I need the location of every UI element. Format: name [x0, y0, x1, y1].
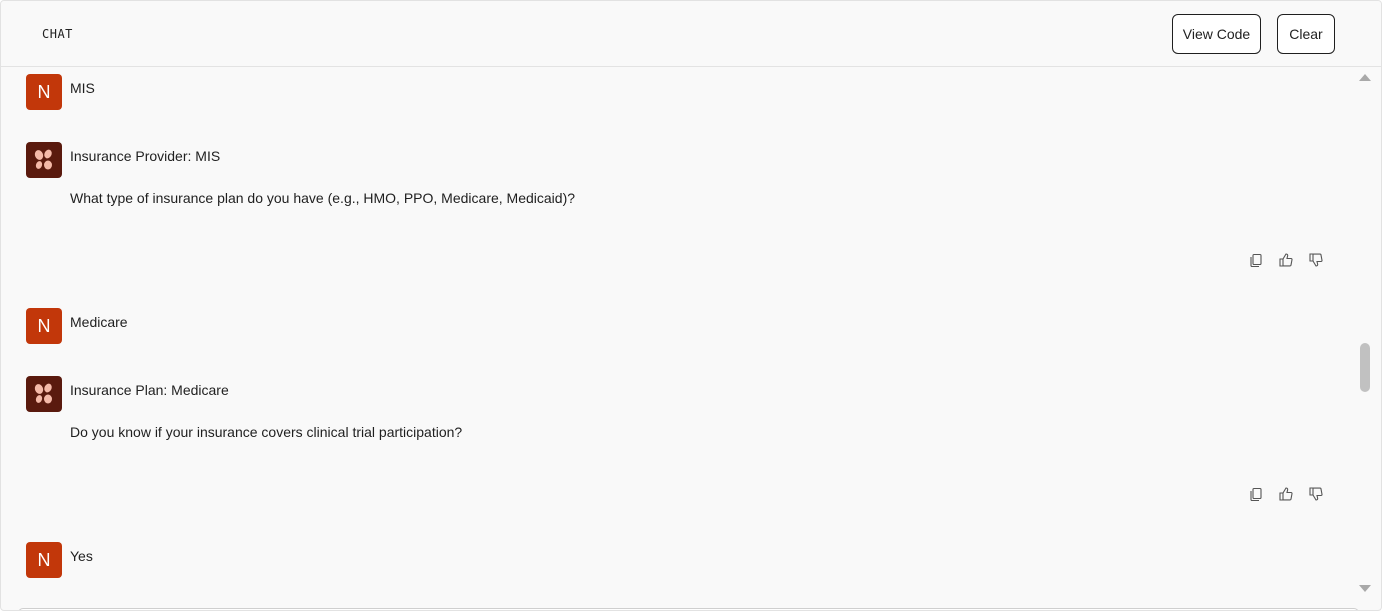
scroll-down-arrow-icon[interactable] — [1359, 585, 1371, 592]
chat-header: CHAT View Code Clear — [1, 1, 1381, 67]
assistant-message-text: Do you know if your insurance covers cli… — [70, 424, 463, 440]
message-actions — [1248, 486, 1328, 502]
scrollbar-thumb[interactable] — [1360, 343, 1370, 392]
bot-logo-icon — [34, 149, 52, 170]
view-code-button[interactable]: View Code — [1172, 14, 1261, 54]
user-message-text: Yes — [70, 548, 93, 564]
copy-icon[interactable] — [1248, 486, 1264, 502]
scroll-up-arrow-icon[interactable] — [1359, 74, 1371, 81]
bot-logo-icon — [34, 383, 52, 404]
copy-icon[interactable] — [1248, 252, 1264, 268]
user-avatar: N — [26, 308, 62, 344]
user-message-text: Medicare — [70, 314, 128, 330]
user-message-text: MIS — [70, 80, 95, 96]
thumbs-up-icon[interactable] — [1278, 486, 1294, 502]
message-actions — [1248, 252, 1328, 268]
assistant-avatar — [26, 376, 62, 412]
user-avatar: N — [26, 74, 62, 110]
assistant-message-title: Insurance Plan: Medicare — [70, 382, 229, 398]
chat-window: CHAT View Code Clear N MIS Insurance Pro… — [0, 0, 1382, 611]
assistant-avatar — [26, 142, 62, 178]
assistant-message-text: What type of insurance plan do you have … — [70, 190, 576, 206]
thumbs-down-icon[interactable] — [1308, 252, 1324, 268]
thumbs-up-icon[interactable] — [1278, 252, 1294, 268]
user-avatar: N — [26, 542, 62, 578]
chat-title: CHAT — [42, 27, 73, 41]
scrollbar-track[interactable] — [1357, 68, 1373, 602]
assistant-message-title: Insurance Provider: MIS — [70, 148, 221, 164]
clear-button[interactable]: Clear — [1277, 14, 1335, 54]
thumbs-down-icon[interactable] — [1308, 486, 1324, 502]
